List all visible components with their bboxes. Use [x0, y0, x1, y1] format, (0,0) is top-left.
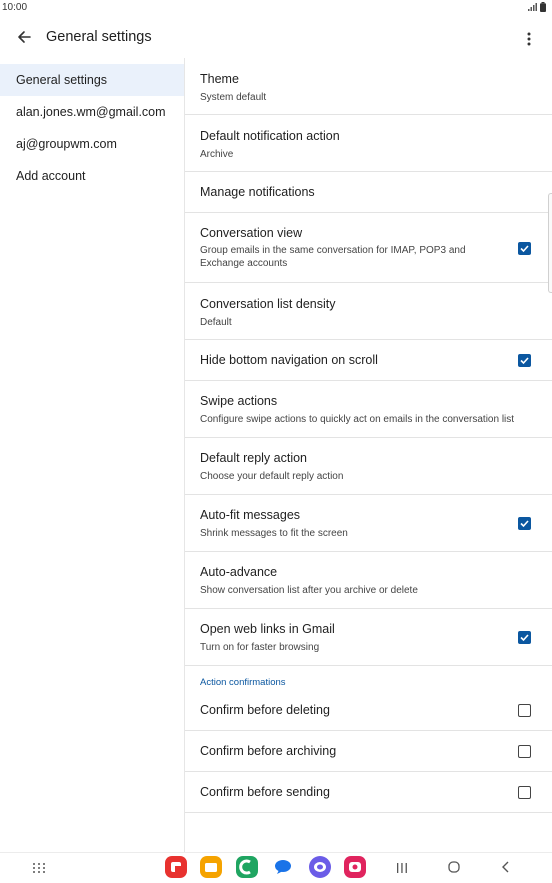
setting-manage-notifications[interactable]: Manage notifications [185, 172, 552, 213]
signal-icon [528, 3, 537, 11]
setting-swipe-actions[interactable]: Swipe actions Configure swipe actions to… [185, 381, 552, 438]
purple-internet-icon[interactable] [309, 856, 331, 878]
setting-auto-advance[interactable]: Auto-advance Show conversation list afte… [185, 552, 552, 609]
confirm-archiving-checkbox[interactable] [518, 745, 531, 758]
setting-title: Hide bottom navigation on scroll [200, 353, 378, 367]
blue-chat-icon[interactable] [273, 859, 293, 880]
setting-title: Manage notifications [200, 185, 315, 199]
setting-title: Auto-fit messages [200, 508, 301, 522]
scrollbar-handle[interactable] [548, 193, 552, 293]
setting-title: Theme [200, 72, 239, 86]
red-app-icon[interactable] [165, 856, 187, 878]
sidebar-item-gmail-account[interactable]: alan.jones.wm@gmail.com [0, 96, 184, 128]
setting-hide-bottom-nav[interactable]: Hide bottom navigation on scroll [185, 340, 552, 381]
apps-grid-icon[interactable] [32, 861, 46, 879]
setting-theme[interactable]: Theme System default [185, 58, 552, 115]
setting-title: Confirm before deleting [200, 703, 330, 717]
setting-title: Auto-advance [200, 565, 278, 579]
back-arrow-icon[interactable] [14, 27, 34, 47]
sidebar-item-general-settings[interactable]: General settings [0, 64, 184, 96]
setting-subtitle: Choose your default reply action [200, 471, 344, 482]
settings-list: Theme System default Default notificatio… [185, 58, 552, 852]
orange-folder-icon[interactable] [200, 856, 222, 878]
setting-notification-action[interactable]: Default notification action Archive [185, 115, 552, 172]
sidebar: General settings alan.jones.wm@gmail.com… [0, 64, 184, 852]
setting-title: Swipe actions [200, 394, 278, 408]
page-title: General settings [46, 29, 152, 45]
setting-title: Default reply action [200, 451, 308, 465]
conversation-view-checkbox[interactable] [518, 242, 531, 255]
setting-confirm-sending[interactable]: Confirm before sending [185, 772, 552, 813]
setting-title: Default notification action [200, 129, 340, 143]
setting-title: Confirm before sending [200, 785, 330, 799]
confirm-sending-checkbox[interactable] [518, 786, 531, 799]
setting-conversation-view[interactable]: Conversation view Group emails in the sa… [185, 213, 552, 283]
setting-conversation-density[interactable]: Conversation list density Default [185, 283, 552, 340]
open-web-links-checkbox[interactable] [518, 631, 531, 644]
battery-icon [540, 2, 546, 12]
setting-open-web-links[interactable]: Open web links in Gmail Turn on for fast… [185, 609, 552, 666]
status-time: 10:00 [2, 2, 28, 13]
setting-subtitle: Shrink messages to fit the screen [200, 528, 348, 539]
setting-subtitle: Default [200, 317, 232, 328]
setting-subtitle: Configure swipe actions to quickly act o… [200, 414, 515, 425]
back-icon[interactable] [501, 860, 511, 879]
recents-icon[interactable] [396, 861, 408, 879]
setting-auto-fit[interactable]: Auto-fit messages Shrink messages to fit… [185, 495, 552, 552]
setting-confirm-deleting[interactable]: Confirm before deleting [185, 690, 552, 731]
setting-subtitle: Show conversation list after you archive… [200, 585, 418, 596]
setting-title: Conversation view [200, 226, 303, 240]
setting-subtitle: Turn on for faster browsing [200, 642, 320, 653]
setting-subtitle: Archive [200, 149, 234, 160]
setting-default-reply[interactable]: Default reply action Choose your default… [185, 438, 552, 495]
sidebar-item-add-account[interactable]: Add account [0, 160, 184, 192]
home-icon[interactable] [447, 860, 461, 879]
auto-fit-checkbox[interactable] [518, 517, 531, 530]
setting-confirm-archiving[interactable]: Confirm before archiving [185, 731, 552, 772]
setting-title: Confirm before archiving [200, 744, 337, 758]
setting-subtitle: System default [200, 92, 267, 103]
status-bar: 10:00 [0, 0, 552, 18]
setting-title: Conversation list density [200, 297, 336, 311]
hide-bottom-nav-checkbox[interactable] [518, 354, 531, 367]
setting-subtitle: Group emails in the same conversation fo… [200, 245, 466, 269]
app-bar: General settings [0, 18, 552, 58]
system-nav-bar [0, 852, 552, 883]
confirm-deleting-checkbox[interactable] [518, 704, 531, 717]
green-phone-icon[interactable] [236, 856, 258, 878]
more-options-icon[interactable] [520, 28, 538, 48]
pink-camera-icon[interactable] [344, 856, 366, 878]
setting-title: Open web links in Gmail [200, 622, 335, 636]
section-header-action-confirmations: Action confirmations [200, 677, 286, 688]
sidebar-item-groupwm-account[interactable]: aj@groupwm.com [0, 128, 184, 160]
